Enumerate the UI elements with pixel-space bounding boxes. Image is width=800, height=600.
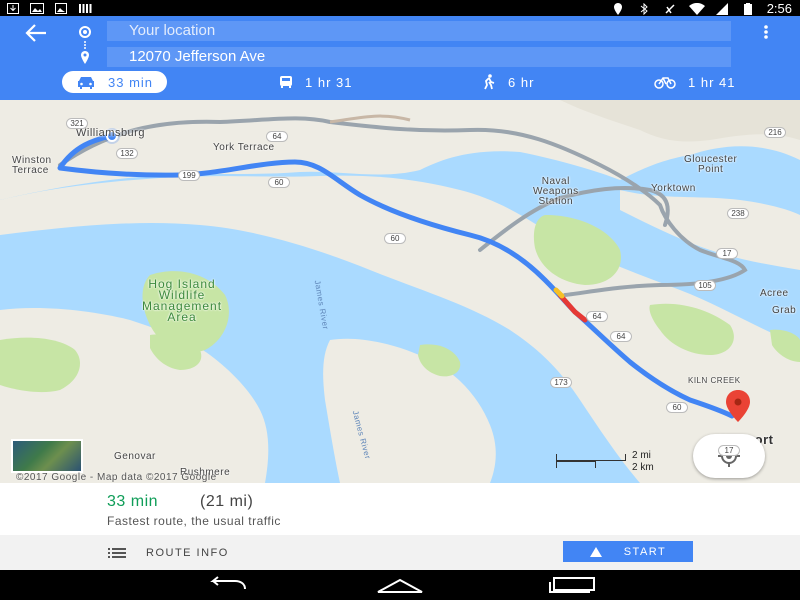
notification-icon <box>78 3 92 14</box>
location-icon <box>611 2 625 15</box>
road-shield: 321 <box>66 118 88 129</box>
label-grab: Grab <box>772 305 797 316</box>
label-hog-island: Hog Island Wildlife Management Area <box>142 277 223 324</box>
road-shield: 64 <box>610 331 632 342</box>
nav-home-icon <box>377 578 423 593</box>
list-icon <box>108 548 126 558</box>
directions-header: Your location 12070 Jefferson Ave 33 min… <box>0 16 800 100</box>
destination-input[interactable]: 12070 Jefferson Ave <box>107 47 731 67</box>
road-shield: 60 <box>666 402 688 413</box>
more-options-button[interactable] <box>758 24 774 44</box>
road-shield: 64 <box>266 131 288 142</box>
label-gloucester-point: Gloucester Point <box>684 154 738 175</box>
tab-transit[interactable]: 1 hr 31 <box>279 71 352 93</box>
route-connector <box>84 41 86 49</box>
route-description: Fastest route, the usual traffic <box>107 514 281 528</box>
tab-drive-label: 33 min <box>108 74 154 90</box>
nav-recents-button[interactable] <box>548 576 598 594</box>
wifi-icon <box>688 2 705 15</box>
bluetooth-icon <box>637 2 651 15</box>
battery-icon <box>741 2 755 15</box>
map-scale: 2 mi 2 km <box>556 450 666 474</box>
system-navigation-bar <box>0 570 800 600</box>
route-info-label: ROUTE INFO <box>146 547 229 559</box>
road-shield: 64 <box>586 311 608 322</box>
travel-mode-tabs: 33 min 1 hr 31 6 hr 1 hr 41 <box>0 68 800 96</box>
tab-transit-label: 1 hr 31 <box>305 74 353 90</box>
road-shield: 60 <box>268 177 290 188</box>
nav-back-button[interactable] <box>205 576 251 594</box>
land-gloucester <box>620 190 800 270</box>
download-icon <box>6 2 20 14</box>
label-acree: Acree <box>760 288 789 299</box>
road-shield: 105 <box>694 280 716 291</box>
road-shield: 132 <box>116 148 138 159</box>
route-action-bar: ROUTE INFO START <box>0 535 800 570</box>
label-york-terrace: York Terrace <box>213 142 275 153</box>
origin-dot-icon <box>76 24 94 42</box>
start-navigation-button[interactable]: START <box>563 541 693 562</box>
road-shield: 199 <box>178 170 200 181</box>
road-shield: 216 <box>764 127 786 138</box>
road-shield: 60 <box>384 233 406 244</box>
label-winston-terrace: Winston Terrace <box>12 155 52 176</box>
road-shield: 17 <box>718 445 740 456</box>
scale-miles-label: 2 mi <box>632 450 651 461</box>
back-button[interactable] <box>20 22 52 50</box>
scale-bar-km <box>556 461 596 468</box>
status-bar: 2:56 <box>0 0 800 16</box>
destination-pin-icon <box>76 50 94 68</box>
label-kiln-creek: KILN CREEK <box>688 376 741 385</box>
do-not-disturb-icon <box>663 3 677 14</box>
car-icon <box>78 77 94 89</box>
nav-recents-icon <box>549 577 595 593</box>
route-distance: (21 mi) <box>200 493 254 510</box>
image-icon <box>54 2 68 14</box>
tab-walk[interactable]: 6 hr <box>482 71 534 93</box>
road-shield: 173 <box>550 377 572 388</box>
back-arrow-icon <box>25 24 46 42</box>
origin-input[interactable]: Your location <box>107 21 731 41</box>
label-williamsburg: Williamsburg <box>76 127 145 139</box>
more-vert-icon <box>764 25 768 39</box>
map-copyright: ©2017 Google - Map data ©2017 Google <box>16 472 217 483</box>
scale-bar-miles <box>556 454 626 461</box>
tab-bike-label: 1 hr 41 <box>688 74 736 90</box>
road-shield: 17 <box>716 248 738 259</box>
photo-icon <box>30 2 44 14</box>
navigation-arrow-icon <box>589 546 602 557</box>
tab-bike[interactable]: 1 hr 41 <box>654 71 735 93</box>
label-yorktown: Yorktown <box>651 183 696 194</box>
label-genovar: Genovar <box>114 451 156 462</box>
signal-icon <box>715 2 729 15</box>
bus-icon <box>280 76 292 88</box>
route-summary-card[interactable]: 33 min (21 mi) Fastest route, the usual … <box>0 483 800 570</box>
satellite-view-toggle[interactable] <box>11 439 83 473</box>
route-info-button[interactable]: ROUTE INFO <box>108 545 229 561</box>
nav-home-button[interactable] <box>376 576 424 594</box>
my-location-button[interactable] <box>693 434 765 478</box>
screen: 2:56 Your location 12070 Jefferson Ave 3… <box>0 0 800 600</box>
scale-km-label: 2 km <box>632 462 654 473</box>
tab-drive[interactable]: 33 min <box>62 71 168 93</box>
clock: 2:56 <box>766 0 792 16</box>
tab-walk-label: 6 hr <box>508 74 535 90</box>
route-duration: 33 min <box>107 493 159 510</box>
bike-icon <box>654 77 676 89</box>
nav-back-icon <box>210 576 246 590</box>
start-label: START <box>623 545 667 558</box>
label-naval-weapons-station: Naval Weapons Station <box>533 176 579 207</box>
park-west <box>0 337 80 393</box>
walk-icon <box>484 74 495 90</box>
road-shield: 238 <box>727 208 749 219</box>
map-view[interactable]: Williamsburg Winston Terrace York Terrac… <box>0 100 800 483</box>
